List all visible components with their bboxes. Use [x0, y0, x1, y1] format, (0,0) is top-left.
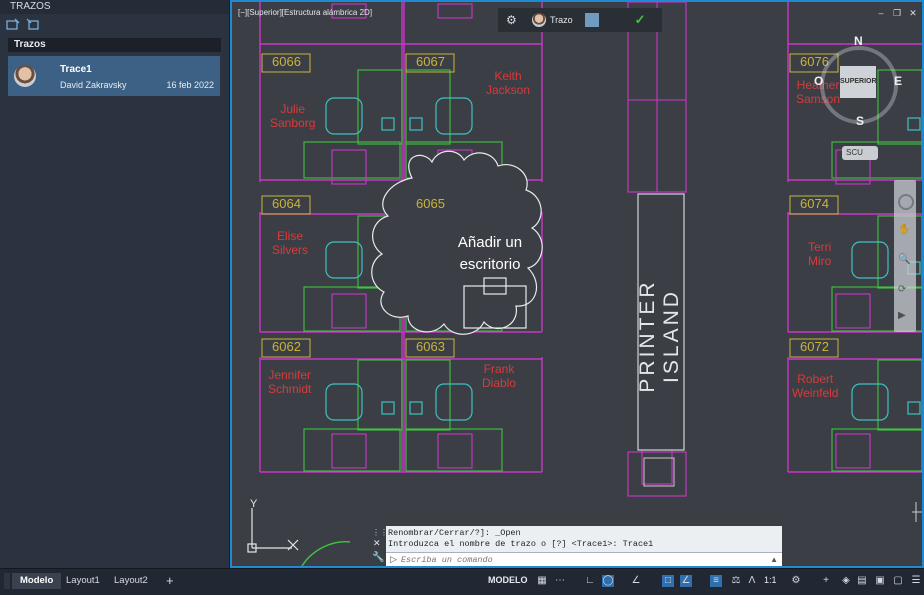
viewcube[interactable]: SUPERIOR N S O E — [814, 34, 902, 128]
command-input-row: ▷ ▲ — [386, 552, 782, 566]
customize-icon[interactable]: 🔧 — [372, 552, 384, 563]
osnap-icon[interactable]: □ — [662, 575, 674, 587]
command-input[interactable] — [396, 553, 703, 566]
tab-layout2[interactable]: Layout2 — [106, 573, 156, 589]
chevron-up-icon[interactable]: ▲ — [770, 555, 778, 564]
desk-number: 6063 — [416, 339, 445, 354]
occupant-name: Frank Diablo — [482, 362, 517, 390]
desk-number: 6062 — [272, 339, 301, 354]
model-space-toggle[interactable]: MODELO — [488, 575, 528, 585]
desk-number: 6072 — [800, 339, 829, 354]
close-icon[interactable]: ✕ — [373, 538, 381, 549]
trace-list-item[interactable]: Trace1 David Zakravsky 16 feb 2022 — [8, 56, 220, 96]
occupant-name: Terri Miro — [808, 240, 832, 268]
isodraft-icon[interactable]: ∠ — [630, 575, 642, 587]
close-icon[interactable]: ✕ — [908, 8, 918, 18]
status-bar: Modelo Layout1 Layout2 + MODELO ▦ ⋯ ∟ ◯ … — [0, 568, 924, 595]
annotation-visibility-icon[interactable]: ⚖ — [730, 575, 742, 587]
occupant-name: Robert Weinfeld — [792, 372, 839, 400]
minimize-icon[interactable]: – — [876, 8, 886, 18]
command-line-handle[interactable]: ⋮⋮ ✕ 🔧 — [368, 526, 388, 566]
markup-note: Añadir un escritorio — [457, 234, 523, 273]
desk-number: 6065 — [416, 196, 445, 211]
ucs-menu[interactable]: SCU — [842, 146, 878, 160]
add-layout-button[interactable]: + — [158, 573, 182, 589]
grid-icon[interactable]: ▦ — [536, 575, 548, 587]
command-history: Renombrar/Cerrar/?]: _Open Introduzca el… — [388, 528, 653, 550]
polar-icon[interactable]: ◯ — [602, 575, 614, 587]
snap-icon[interactable]: ⋯ — [554, 575, 566, 587]
desk-number: 6064 — [272, 196, 301, 211]
annotation-scale[interactable]: 1:1 — [764, 575, 777, 585]
traces-panel: TRAZOS Trazos Trace1 David Zakravsky 16 … — [0, 0, 230, 568]
hardware-acceleration-icon[interactable]: ▤ — [856, 575, 868, 587]
grip-icon[interactable]: ⋮⋮ — [372, 528, 388, 537]
showmotion-icon[interactable]: ▶ — [898, 310, 910, 322]
compass-east[interactable]: E — [894, 74, 902, 88]
compass-south[interactable]: S — [856, 114, 864, 128]
markup-tool-icon[interactable] — [584, 13, 599, 27]
panel-title: TRAZOS — [0, 0, 229, 14]
tab-model[interactable]: Modelo — [12, 573, 62, 589]
autoscale-icon[interactable]: Λ — [746, 575, 758, 587]
hamburger-menu-icon[interactable]: ☰ — [910, 575, 922, 587]
clean-screen-icon[interactable]: ▣ — [874, 575, 886, 587]
steering-wheel-icon[interactable] — [898, 194, 914, 210]
ucs-y-label: Y — [250, 498, 258, 510]
compass-west[interactable]: O — [814, 74, 823, 88]
printer-island-label: PRINTER ISLAND — [636, 279, 683, 393]
ortho-icon[interactable]: ∟ — [584, 575, 596, 587]
plus-icon[interactable]: + — [820, 575, 832, 587]
trace-author: David Zakravsky — [60, 80, 127, 90]
navigation-bar: ✋ 🔍 ⟳ ▶ — [894, 180, 916, 332]
viewport-window-controls: – ❐ ✕ — [876, 8, 918, 18]
drawing-viewport[interactable]: [−][Superior][Estructura alámbrica 2D] 6… — [230, 0, 924, 568]
lineweight-icon[interactable]: ≡ — [710, 575, 722, 587]
desk-number: 6074 — [800, 196, 829, 211]
fullscreen-icon[interactable]: ▢ — [892, 575, 904, 587]
trace-date: 16 feb 2022 — [166, 80, 214, 90]
trace-toolbar: ⚙ Trazo ✓ — [498, 8, 662, 32]
settings-icon[interactable]: ⚙ — [506, 13, 520, 27]
occupant-name: Jennifer Schmidt — [268, 368, 312, 396]
layout-menu-icon[interactable] — [4, 573, 10, 589]
viewport-label[interactable]: [−][Superior][Estructura alámbrica 2D] — [238, 8, 372, 17]
import-trace-icon[interactable] — [26, 18, 40, 32]
desk-number: 6067 — [416, 54, 445, 69]
otrack-icon[interactable]: ∠ — [680, 575, 692, 587]
command-line: ⋮⋮ ✕ 🔧 Renombrar/Cerrar/?]: _Open Introd… — [368, 526, 782, 566]
new-trace-icon[interactable] — [6, 18, 20, 32]
restore-icon[interactable]: ❐ — [892, 8, 902, 18]
command-history-line: Renombrar/Cerrar/?]: _Open — [388, 528, 521, 538]
occupant-name: Julie Sanborg — [270, 102, 316, 130]
checkmark-icon[interactable]: ✓ — [635, 13, 649, 27]
compass-north[interactable]: N — [854, 34, 863, 48]
isolate-objects-icon[interactable]: ◈ — [840, 575, 852, 587]
trace-name: Trace1 — [60, 64, 92, 75]
tab-layout1[interactable]: Layout1 — [58, 573, 108, 589]
zoom-icon[interactable]: 🔍 — [898, 254, 910, 266]
trace-toolbar-label: Trazo — [550, 15, 573, 25]
avatar — [532, 13, 546, 27]
occupant-name: Keith Jackson — [486, 69, 531, 97]
orbit-icon[interactable]: ⟳ — [898, 284, 910, 296]
command-prompt-icon[interactable]: ▷ — [390, 554, 397, 565]
command-history-line: Introduzca el nombre de trazo o [?] <Tra… — [388, 539, 654, 549]
gear-icon[interactable]: ⚙ — [790, 575, 802, 587]
avatar — [14, 65, 36, 87]
traces-tab-header: Trazos — [8, 38, 221, 52]
desk-number: 6066 — [272, 54, 301, 69]
occupant-name: Elise Silvers — [272, 229, 309, 257]
panel-toolbar — [0, 14, 229, 36]
pan-icon[interactable]: ✋ — [898, 224, 910, 236]
viewcube-face[interactable]: SUPERIOR — [840, 66, 877, 98]
